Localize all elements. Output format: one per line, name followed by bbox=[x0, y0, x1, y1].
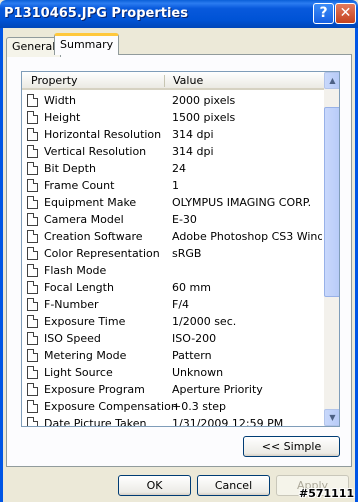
property-value: 24 bbox=[172, 162, 186, 175]
list-item[interactable]: Exposure Program Aperture Priority bbox=[22, 381, 324, 398]
cancel-button[interactable]: Cancel bbox=[197, 475, 270, 496]
property-name: Horizontal Resolution bbox=[44, 128, 162, 141]
document-icon bbox=[27, 145, 38, 158]
list-item[interactable]: Vertical Resolution 314 dpi bbox=[22, 143, 324, 160]
document-icon bbox=[27, 281, 38, 294]
property-value: 1500 pixels bbox=[172, 111, 236, 124]
list-item[interactable]: ISO Speed ISO-200 bbox=[22, 330, 324, 347]
document-icon bbox=[27, 383, 38, 396]
document-icon bbox=[27, 111, 38, 124]
document-icon bbox=[27, 315, 38, 328]
column-header-property[interactable]: Property bbox=[31, 74, 78, 87]
list-item[interactable]: Exposure Time 1/2000 sec. bbox=[22, 313, 324, 330]
property-name: Vertical Resolution bbox=[44, 145, 147, 158]
scroll-up-button[interactable]: ▲ bbox=[324, 72, 339, 89]
simple-button[interactable]: << Simple bbox=[243, 436, 340, 457]
property-value: 1/31/2009 12:59 PM bbox=[172, 417, 284, 427]
property-value: 60 mm bbox=[172, 281, 211, 294]
property-value: sRGB bbox=[172, 247, 202, 260]
list-item[interactable]: Creation Software Adobe Photoshop CS3 Win… bbox=[22, 228, 324, 245]
window-title: P1310465.JPG Properties bbox=[4, 6, 188, 21]
document-icon bbox=[27, 366, 38, 379]
column-header-value[interactable]: Value bbox=[173, 74, 203, 87]
document-icon bbox=[27, 332, 38, 345]
list-item[interactable]: Date Picture Taken 1/31/2009 12:59 PM bbox=[22, 415, 324, 427]
list-header: Property Value bbox=[22, 72, 324, 90]
property-value: Pattern bbox=[172, 349, 212, 362]
document-icon bbox=[27, 179, 38, 192]
property-name: Light Source bbox=[44, 366, 113, 379]
document-icon bbox=[27, 230, 38, 243]
property-name: Creation Software bbox=[44, 230, 143, 243]
list-item[interactable]: Metering Mode Pattern bbox=[22, 347, 324, 364]
help-button[interactable]: ? bbox=[313, 3, 334, 24]
property-name: Frame Count bbox=[44, 179, 115, 192]
property-value: 2000 pixels bbox=[172, 94, 236, 107]
document-icon bbox=[27, 349, 38, 362]
watermark-text: #571111 bbox=[299, 487, 355, 500]
property-value: ISO-200 bbox=[172, 332, 217, 345]
list-item[interactable]: Color Representation sRGB bbox=[22, 245, 324, 262]
property-rows: Width 2000 pixels Height 1500 pixels Horizon… bbox=[22, 92, 324, 427]
window-border-left bbox=[0, 28, 3, 502]
property-value: 314 dpi bbox=[172, 128, 214, 141]
property-name: Color Representation bbox=[44, 247, 160, 260]
property-value: OLYMPUS IMAGING CORP. bbox=[172, 196, 312, 209]
list-item[interactable]: Exposure Compensation +0.3 step bbox=[22, 398, 324, 415]
property-value: Unknown bbox=[172, 366, 224, 379]
list-item[interactable]: Camera Model E-30 bbox=[22, 211, 324, 228]
vertical-scrollbar[interactable]: ▲ ▼ bbox=[324, 72, 339, 426]
scroll-down-button[interactable]: ▼ bbox=[324, 409, 339, 426]
property-name: Flash Mode bbox=[44, 264, 107, 277]
list-item[interactable]: Bit Depth 24 bbox=[22, 160, 324, 177]
document-icon bbox=[27, 298, 38, 311]
property-value: E-30 bbox=[172, 213, 197, 226]
property-name: F-Number bbox=[44, 298, 99, 311]
document-icon bbox=[27, 196, 38, 209]
property-name: Equipment Make bbox=[44, 196, 137, 209]
list-item[interactable]: Width 2000 pixels bbox=[22, 92, 324, 109]
document-icon bbox=[27, 128, 38, 141]
property-name: Camera Model bbox=[44, 213, 124, 226]
tab-summary[interactable]: Summary bbox=[54, 33, 120, 55]
title-bar[interactable]: P1310465.JPG Properties ? ✕ bbox=[0, 0, 358, 28]
list-item[interactable]: Light Source Unknown bbox=[22, 364, 324, 381]
property-name: Exposure Program bbox=[44, 383, 145, 396]
document-icon bbox=[27, 417, 38, 426]
property-name: Exposure Time bbox=[44, 315, 126, 328]
ok-button[interactable]: OK bbox=[118, 475, 191, 496]
document-icon bbox=[27, 162, 38, 175]
property-value: 1 bbox=[172, 179, 179, 192]
document-icon bbox=[27, 400, 38, 413]
close-button[interactable]: ✕ bbox=[335, 3, 356, 24]
property-name: Focal Length bbox=[44, 281, 114, 294]
property-name: Exposure Compensation bbox=[44, 400, 178, 413]
property-name: Height bbox=[44, 111, 81, 124]
list-item[interactable]: Flash Mode bbox=[22, 262, 324, 279]
list-item[interactable]: Focal Length 60 mm bbox=[22, 279, 324, 296]
list-item[interactable]: F-Number F/4 bbox=[22, 296, 324, 313]
property-name: Bit Depth bbox=[44, 162, 96, 175]
column-divider[interactable] bbox=[164, 75, 165, 87]
property-name: Metering Mode bbox=[44, 349, 127, 362]
document-icon bbox=[27, 247, 38, 260]
property-value: 1/2000 sec. bbox=[172, 315, 237, 328]
list-item[interactable]: Horizontal Resolution 314 dpi bbox=[22, 126, 324, 143]
scroll-thumb[interactable] bbox=[324, 107, 339, 297]
property-value: Aperture Priority bbox=[172, 383, 263, 396]
property-value: +0.3 step bbox=[172, 400, 227, 413]
list-item[interactable]: Equipment Make OLYMPUS IMAGING CORP. bbox=[22, 194, 324, 211]
document-icon bbox=[27, 264, 38, 277]
property-value: Adobe Photoshop CS3 Wind... bbox=[172, 230, 322, 243]
list-item[interactable]: Frame Count 1 bbox=[22, 177, 324, 194]
property-list[interactable]: Property Value Width 2000 pixels Height 150… bbox=[21, 71, 340, 427]
property-value: F/4 bbox=[172, 298, 190, 311]
property-name: Date Picture Taken bbox=[44, 417, 147, 427]
property-name: ISO Speed bbox=[44, 332, 101, 345]
document-icon bbox=[27, 94, 38, 107]
document-icon bbox=[27, 213, 38, 226]
list-item[interactable]: Height 1500 pixels bbox=[22, 109, 324, 126]
property-value: 314 dpi bbox=[172, 145, 214, 158]
property-name: Width bbox=[44, 94, 76, 107]
